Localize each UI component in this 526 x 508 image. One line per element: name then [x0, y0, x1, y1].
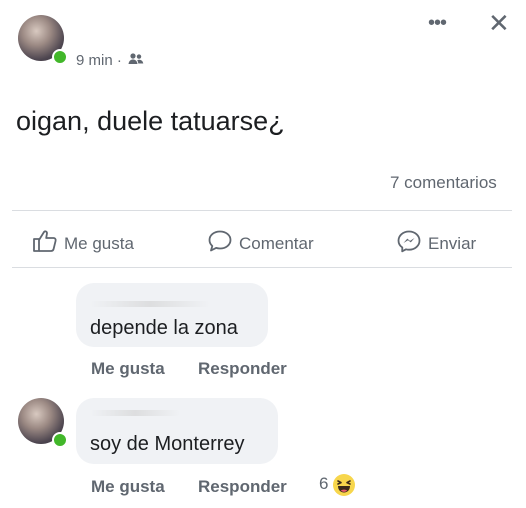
comment-text: soy de Monterrey	[90, 433, 245, 455]
comment-label: Comentar	[239, 233, 314, 253]
like-button[interactable]: Me gusta	[32, 229, 134, 258]
online-status-icon	[52, 432, 68, 448]
comment-like-button[interactable]: Me gusta	[91, 477, 165, 497]
post-meta: 9 min ·	[76, 52, 144, 70]
comment-reply-button[interactable]: Responder	[198, 477, 287, 497]
divider-top	[12, 210, 512, 211]
reaction-count: 6	[319, 474, 329, 494]
comment-bubble[interactable]: soy de Monterrey	[76, 398, 278, 464]
messenger-icon	[396, 229, 422, 258]
comment-author-name[interactable]	[90, 301, 210, 307]
like-label: Me gusta	[64, 233, 134, 253]
comment-button[interactable]: Comentar	[207, 229, 314, 258]
meta-separator: ·	[116, 52, 122, 69]
comment-bubble[interactable]: depende la zona	[76, 283, 268, 347]
comment-author-name[interactable]	[90, 410, 180, 416]
send-label: Enviar	[428, 233, 477, 253]
friends-icon	[128, 52, 144, 70]
comments-count[interactable]: 7 comentarios	[390, 173, 497, 193]
send-button[interactable]: Enviar	[396, 229, 476, 258]
comment-icon	[207, 229, 233, 258]
more-options-icon[interactable]: •••	[428, 12, 447, 35]
comment-text: depende la zona	[90, 317, 238, 339]
like-icon	[32, 229, 58, 258]
post-time[interactable]: 9 min	[76, 52, 113, 69]
comment-like-button[interactable]: Me gusta	[91, 359, 165, 379]
online-status-icon	[52, 49, 68, 65]
haha-icon	[332, 474, 355, 496]
close-icon[interactable]: ✕	[488, 10, 510, 36]
post-text: oigan, duele tatuarse¿	[16, 106, 285, 136]
divider-bottom	[12, 267, 512, 268]
comment-reply-button[interactable]: Responder	[198, 359, 287, 379]
reaction-summary[interactable]: 6	[319, 474, 355, 496]
